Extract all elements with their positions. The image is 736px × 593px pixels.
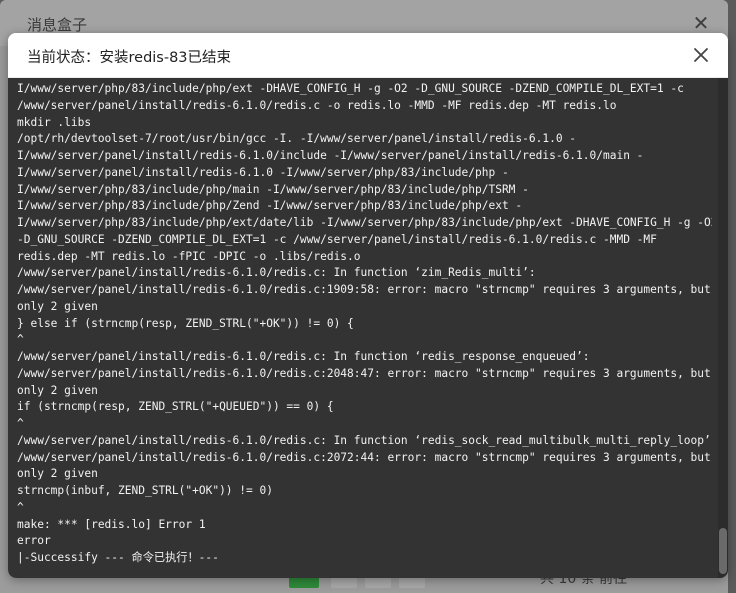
console-line: only 2 given <box>17 299 98 313</box>
console-line: I/www/server/php/83/include/php/ext/date… <box>17 216 712 229</box>
console-line: /www/server/panel/install/redis-6.1.0/re… <box>17 433 712 447</box>
console-line: error <box>17 534 51 548</box>
close-icon[interactable] <box>690 44 712 66</box>
console-line: I/www/server/panel/install/redis-6.1.0 -… <box>17 165 509 179</box>
console-line: only 2 given <box>17 383 98 397</box>
console-line: /www/server/panel/install/redis-6.1.0/re… <box>17 283 711 296</box>
console-line: } else if (strncmp(resp, ZEND_STRL("+OK"… <box>17 316 354 330</box>
console-scrollbar-thumb[interactable] <box>719 528 727 574</box>
dialog-header: 当前状态：安装redis-83已结束 <box>8 33 728 78</box>
console-line: /www/server/panel/install/redis-6.1.0/re… <box>17 266 536 280</box>
console-line: I/www/server/php/83/include/php/ext -DHA… <box>17 82 684 95</box>
console-output[interactable]: I/www/server/php/83/include/php/ext -DHA… <box>8 78 728 578</box>
console-line: ^ <box>17 500 24 514</box>
console-scrollbar[interactable] <box>718 78 728 578</box>
console-line: /www/server/panel/install/redis-6.1.0/re… <box>17 366 711 380</box>
console-line: make: *** [redis.lo] Error 1 <box>17 517 206 531</box>
console-log: I/www/server/php/83/include/php/ext -DHA… <box>17 81 712 567</box>
console-line: ^ <box>17 333 24 347</box>
console-line: strncmp(inbuf, ZEND_STRL("+OK")) != 0) <box>17 484 273 497</box>
install-status-dialog: 当前状态：安装redis-83已结束 I/www/server/php/83/i… <box>8 33 728 578</box>
console-line: I/www/server/php/83/include/php/Zend -I/… <box>17 199 523 213</box>
console-line: /opt/rh/devtoolset-7/root/usr/bin/gcc -I… <box>17 132 577 146</box>
message-box-title: 消息盒子 <box>27 16 88 34</box>
console-line: /www/server/panel/install/redis-6.1.0/re… <box>17 350 590 363</box>
dialog-title: 当前状态：安装redis-83已结束 <box>27 50 232 66</box>
console-line: only 2 given <box>17 467 98 481</box>
console-line: mkdir .libs <box>17 115 92 129</box>
console-line: I/www/server/panel/install/redis-6.1.0/i… <box>17 149 644 162</box>
message-box-close-icon[interactable]: ✕ <box>690 12 712 34</box>
console-line: |-Successify --- 命令已执行！--- <box>17 551 219 564</box>
console-line: if (strncmp(resp, ZEND_STRL("+QUEUED")) … <box>17 400 334 414</box>
console-line: redis.dep -MT redis.lo -fPIC -DPIC -o .l… <box>17 249 361 263</box>
console-line: ^ <box>17 417 24 430</box>
console-line: -D_GNU_SOURCE -DZEND_COMPILE_DL_EXT=1 -c… <box>17 232 657 246</box>
console-line: /www/server/panel/install/redis-6.1.0/re… <box>17 98 617 112</box>
console-line: I/www/server/php/83/include/php/main -I/… <box>17 182 529 196</box>
console-line: /www/server/panel/install/redis-6.1.0/re… <box>17 450 711 464</box>
